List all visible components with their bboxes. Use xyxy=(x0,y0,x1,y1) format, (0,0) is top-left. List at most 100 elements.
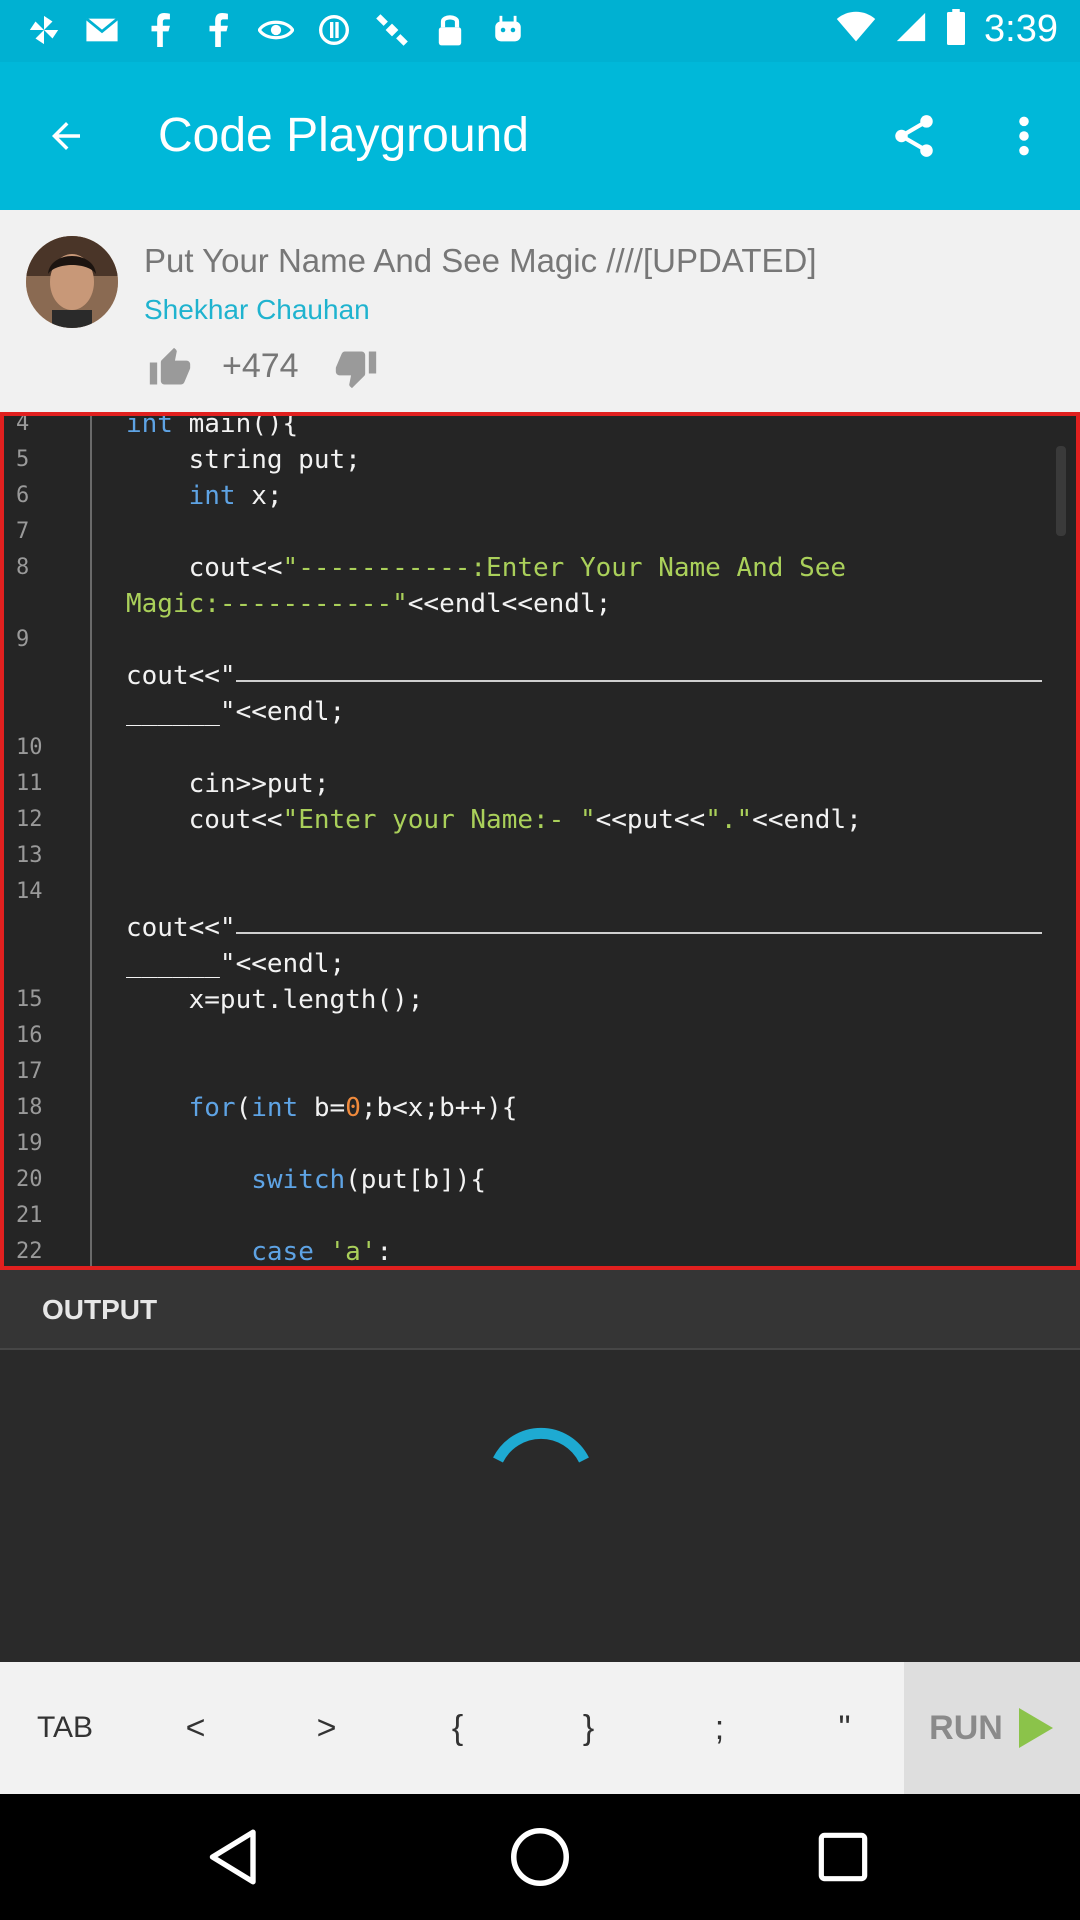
line-number: 4 xyxy=(16,412,30,436)
code-line: ______"<<endl; xyxy=(4,946,1076,982)
underscore-run xyxy=(235,658,1042,682)
line-number: 8 xyxy=(16,555,30,580)
code-token: case xyxy=(251,1237,314,1267)
system-nav-bar xyxy=(0,1794,1080,1920)
code-token: 'a' xyxy=(329,1237,377,1267)
page-title: Code Playground xyxy=(158,109,529,162)
underscore-run xyxy=(235,910,1042,934)
share-button[interactable] xyxy=(884,106,944,166)
more-options-button[interactable] xyxy=(1000,106,1048,166)
code-line: 18 for(int b=0;b<x;b++){ xyxy=(4,1090,1076,1126)
thumb-down-icon xyxy=(335,351,377,389)
line-number: 9 xyxy=(16,627,30,652)
line-number: 16 xyxy=(16,1023,43,1048)
code-line: Magic:-----------"<<endl<<endl; xyxy=(4,586,1076,622)
code-token: "." xyxy=(705,805,753,835)
line-number: 14 xyxy=(16,879,43,904)
vote-count: +474 xyxy=(222,347,299,385)
line-number: 15 xyxy=(16,987,43,1012)
run-label: RUN xyxy=(929,1708,1003,1747)
back-button[interactable] xyxy=(38,108,94,164)
code-editor[interactable]: 4 int main(){ 5 string put; 6 int x; 7 8 … xyxy=(0,412,1080,1270)
more-vert-icon xyxy=(1019,116,1029,156)
code-text: ______"<<endl; xyxy=(126,949,346,979)
key-open-brace[interactable]: { xyxy=(392,1662,523,1794)
code-line: 7 xyxy=(4,514,1076,550)
post-title: Put Your Name And See Magic ////[UPDATED… xyxy=(144,242,817,279)
system-status: 3:39 xyxy=(836,8,1058,51)
line-number: 7 xyxy=(16,519,30,544)
key-double-quote[interactable]: " xyxy=(785,1662,904,1794)
nav-recents-button[interactable] xyxy=(808,1822,878,1892)
line-number: 13 xyxy=(16,843,43,868)
avatar[interactable] xyxy=(26,236,118,328)
circle-info-icon xyxy=(316,12,352,48)
code-line: 9 xyxy=(4,622,1076,658)
android-icon xyxy=(490,12,526,48)
key-less-than[interactable]: < xyxy=(130,1662,261,1794)
code-text: cout<<"-----------:Enter Your Name And S… xyxy=(126,553,847,583)
post-header: Put Your Name And See Magic ////[UPDATED… xyxy=(0,210,1080,412)
code-line: 22 case 'a': xyxy=(4,1234,1076,1267)
code-line: 14 xyxy=(4,874,1076,910)
code-line: 16 xyxy=(4,1018,1076,1054)
code-area[interactable]: 4 int main(){ 5 string put; 6 int x; 7 8 … xyxy=(4,412,1076,1267)
code-text: int x; xyxy=(188,481,283,511)
code-token: int xyxy=(188,481,236,511)
line-number: 6 xyxy=(16,483,30,508)
nav-back-button[interactable] xyxy=(200,1822,270,1892)
code-text: string put; xyxy=(126,445,361,475)
code-token: int xyxy=(126,412,173,439)
key-close-brace[interactable]: } xyxy=(523,1662,654,1794)
run-button[interactable]: RUN xyxy=(904,1662,1080,1794)
code-line: 11 cin>>put; xyxy=(4,766,1076,802)
author-name[interactable]: Shekhar Chauhan xyxy=(144,294,370,326)
key-greater-than[interactable]: > xyxy=(261,1662,392,1794)
code-token: 0 xyxy=(345,1093,361,1123)
line-number: 19 xyxy=(16,1131,43,1156)
notification-icons xyxy=(26,12,526,48)
code-line: 6 int x; xyxy=(4,478,1076,514)
line-number: 21 xyxy=(16,1203,43,1228)
line-number: 12 xyxy=(16,807,43,832)
code-token: Magic:-----------" xyxy=(126,589,408,619)
upvote-button[interactable] xyxy=(148,346,192,390)
pinwheel-icon xyxy=(26,12,62,48)
thumb-up-icon xyxy=(149,347,191,385)
code-line: ______"<<endl; xyxy=(4,694,1076,730)
code-text: cout<<" xyxy=(126,658,1042,694)
code-line: 8 cout<<"-----------:Enter Your Name And… xyxy=(4,550,1076,586)
symbol-key-bar: TAB < > { } ; " RUN xyxy=(0,1662,1080,1794)
code-text: int main(){ xyxy=(126,412,298,442)
line-number: 18 xyxy=(16,1095,43,1120)
clock-time: 3:39 xyxy=(984,8,1058,50)
square-recents-icon xyxy=(818,1832,868,1882)
lock-icon xyxy=(432,12,468,48)
downvote-button[interactable] xyxy=(334,346,378,390)
circle-home-icon xyxy=(511,1828,569,1886)
satellite-icon xyxy=(374,12,410,48)
share-icon xyxy=(895,115,933,157)
code-line: 21 xyxy=(4,1198,1076,1234)
key-semicolon[interactable]: ; xyxy=(654,1662,785,1794)
code-line: cout<<" xyxy=(4,910,1076,946)
line-number: 11 xyxy=(16,771,43,796)
code-token: "Enter your Name:- " xyxy=(282,805,596,835)
key-tab[interactable]: TAB xyxy=(0,1662,130,1794)
status-bar: 3:39 xyxy=(0,0,1080,62)
code-text: x=put.length(); xyxy=(126,985,424,1015)
eye-icon xyxy=(258,12,294,48)
user-photo xyxy=(26,236,118,328)
code-line: cout<<" xyxy=(4,658,1076,694)
code-text: cout<<" xyxy=(126,910,1042,946)
code-text: cin>>put; xyxy=(126,769,330,799)
code-token: for xyxy=(188,1093,236,1123)
output-label: OUTPUT xyxy=(42,1294,158,1325)
nav-home-button[interactable] xyxy=(505,1822,575,1892)
line-number: 17 xyxy=(16,1059,43,1084)
code-line: 10 xyxy=(4,730,1076,766)
code-line: 13 xyxy=(4,838,1076,874)
line-number: 20 xyxy=(16,1167,43,1192)
wifi-icon xyxy=(836,11,876,48)
play-icon xyxy=(1018,1708,1053,1748)
